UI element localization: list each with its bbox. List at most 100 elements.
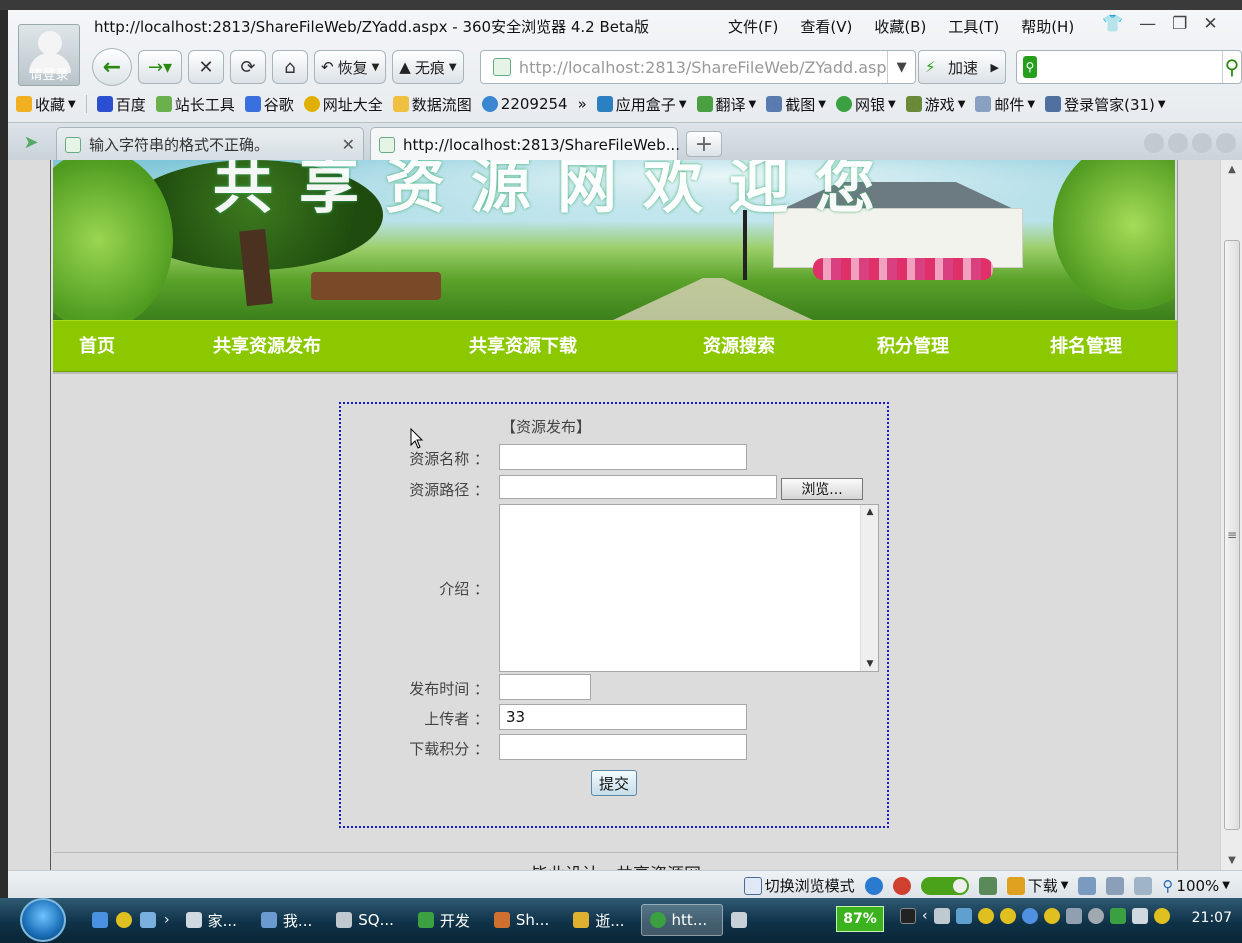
- bookmark-favorites[interactable]: 收藏 ▼: [16, 94, 76, 115]
- url-history-dropdown[interactable]: ▼: [887, 51, 915, 83]
- minimize-button[interactable]: —: [1139, 14, 1156, 34]
- uploader-input[interactable]: [499, 704, 747, 730]
- qq-icon[interactable]: [977, 908, 994, 924]
- task-item[interactable]: SQ...: [328, 904, 402, 936]
- bookmark-dataflow[interactable]: 数据流图: [392, 94, 472, 115]
- tray-icon[interactable]: [1021, 908, 1038, 924]
- time-input[interactable]: [499, 674, 591, 700]
- new-tab-button[interactable]: +: [686, 131, 722, 157]
- plus-circle-icon[interactable]: [1153, 908, 1170, 924]
- nav-publish[interactable]: 共享资源发布: [213, 321, 321, 373]
- bookmark-2209254[interactable]: 2209254: [481, 95, 568, 113]
- bookmark-mail[interactable]: 邮件 ▼: [975, 94, 1035, 115]
- tray-icon[interactable]: [955, 908, 972, 924]
- submit-button[interactable]: 提交: [591, 770, 637, 796]
- login-avatar[interactable]: 请登录: [18, 24, 80, 86]
- browse-button[interactable]: 浏览...: [781, 478, 863, 500]
- path-input[interactable]: [499, 475, 777, 499]
- bookmark-more[interactable]: »: [578, 95, 587, 113]
- search-engine-icon[interactable]: ⚲: [1023, 56, 1037, 78]
- bookmark-login-manager[interactable]: 登录管家(31) ▼: [1045, 94, 1166, 115]
- tab-error[interactable]: 输入字符串的格式不正确。 ✕: [56, 127, 364, 161]
- menu-view[interactable]: 查看(V): [800, 16, 852, 37]
- refresh-button[interactable]: ⟳: [230, 50, 266, 84]
- scroll-up-icon[interactable]: ▲: [861, 507, 879, 517]
- menu-help[interactable]: 帮助(H): [1021, 16, 1074, 37]
- search-input[interactable]: [1040, 52, 1218, 82]
- scroll-down-icon[interactable]: ▼: [1221, 855, 1242, 866]
- quick-launch-icon[interactable]: [116, 912, 132, 928]
- menu-file[interactable]: 文件(F): [728, 16, 778, 37]
- bookmark-directory[interactable]: 网址大全: [303, 94, 383, 115]
- bookmark-google[interactable]: 谷歌: [244, 94, 294, 115]
- bookmark-app-box[interactable]: 应用盒子 ▼: [596, 94, 687, 115]
- nav-ranking[interactable]: 排名管理: [1050, 321, 1122, 373]
- address-bar[interactable]: ▼: [480, 50, 916, 84]
- chevron-right-icon[interactable]: ›: [164, 912, 170, 928]
- quick-launch-icon[interactable]: [92, 912, 108, 928]
- search-icon[interactable]: ⚲: [1221, 51, 1241, 83]
- tray-icon[interactable]: [1131, 908, 1148, 924]
- device-icon[interactable]: [1078, 876, 1097, 895]
- task-item[interactable]: 开发: [410, 904, 478, 936]
- nav-search[interactable]: 资源搜索: [703, 321, 775, 373]
- nav-points[interactable]: 积分管理: [877, 321, 949, 373]
- nav-home[interactable]: 首页: [79, 321, 115, 373]
- back-button[interactable]: ←: [92, 48, 132, 86]
- tray-icon[interactable]: [933, 908, 950, 924]
- quick-launch-icon[interactable]: [140, 912, 156, 928]
- qq-icon[interactable]: [1043, 908, 1060, 924]
- name-input[interactable]: [499, 444, 747, 470]
- bookmark-baidu[interactable]: 百度: [96, 94, 146, 115]
- clock[interactable]: 21:07: [1192, 910, 1232, 926]
- close-tab-icon[interactable]: ✕: [342, 135, 355, 154]
- keyboard-icon[interactable]: [730, 912, 747, 928]
- menu-tools[interactable]: 工具(T): [948, 16, 999, 37]
- maximize-button[interactable]: ❐: [1172, 14, 1187, 34]
- task-item[interactable]: 逝...: [565, 904, 632, 936]
- sidebar-toggle-icon[interactable]: ➤: [14, 129, 48, 155]
- restore-button[interactable]: ↶ 恢复 ▼: [314, 50, 387, 84]
- url-input[interactable]: [518, 57, 888, 77]
- network-icon[interactable]: [1065, 908, 1082, 924]
- bookmark-translate[interactable]: 翻译 ▼: [696, 94, 756, 115]
- task-item[interactable]: Sh...: [486, 904, 557, 936]
- tab-list-icon[interactable]: [1192, 133, 1212, 153]
- speed-button[interactable]: ⚡ 加速 ▶: [918, 50, 1006, 84]
- page-scrollbar[interactable]: ▲ ≡ ▼: [1220, 160, 1242, 870]
- security-icon[interactable]: [892, 876, 911, 895]
- tab-right-icon[interactable]: [1168, 133, 1188, 153]
- task-item[interactable]: 家...: [178, 904, 245, 936]
- bookmark-webmaster[interactable]: 站长工具: [155, 94, 235, 115]
- battery-indicator[interactable]: 87%: [836, 906, 884, 932]
- scroll-down-icon[interactable]: ▼: [861, 659, 879, 669]
- tab-close-icon[interactable]: [1216, 133, 1236, 153]
- qq-icon[interactable]: [999, 908, 1016, 924]
- start-button[interactable]: [20, 898, 66, 942]
- tab-left-icon[interactable]: [1144, 133, 1164, 153]
- ie-icon[interactable]: [864, 876, 883, 895]
- incognito-button[interactable]: ▲ 无痕 ▼: [392, 50, 464, 84]
- shield-icon[interactable]: [1109, 908, 1126, 924]
- task-item[interactable]: 我...: [253, 904, 320, 936]
- bookmark-games[interactable]: 游戏 ▼: [905, 94, 965, 115]
- skin-icon[interactable]: 👕: [1102, 14, 1123, 34]
- forward-button[interactable]: →▾: [138, 50, 182, 84]
- tray-icon[interactable]: [1087, 908, 1104, 924]
- switch-mode-button[interactable]: 切换浏览模式: [743, 875, 855, 896]
- print-icon[interactable]: [1106, 876, 1125, 895]
- plug-icon[interactable]: [900, 908, 916, 924]
- close-button[interactable]: ✕: [1203, 14, 1217, 34]
- volume-icon[interactable]: [1134, 876, 1153, 895]
- stop-button[interactable]: ✕: [188, 50, 224, 84]
- bookmark-bank[interactable]: 网银 ▼: [835, 94, 896, 115]
- textarea-scrollbar[interactable]: ▲ ▼: [860, 505, 878, 671]
- calculator-icon[interactable]: [978, 876, 997, 895]
- intro-textarea[interactable]: ▲ ▼: [499, 504, 879, 672]
- search-box[interactable]: ⚲ ⚲: [1016, 50, 1242, 84]
- home-button[interactable]: ⌂: [272, 50, 308, 84]
- bookmark-screenshot[interactable]: 截图 ▼: [766, 94, 826, 115]
- zoom-control[interactable]: ⚲ 100% ▼: [1162, 877, 1230, 895]
- scroll-up-icon[interactable]: ▲: [1221, 164, 1242, 175]
- task-item-active[interactable]: htt...: [640, 904, 723, 936]
